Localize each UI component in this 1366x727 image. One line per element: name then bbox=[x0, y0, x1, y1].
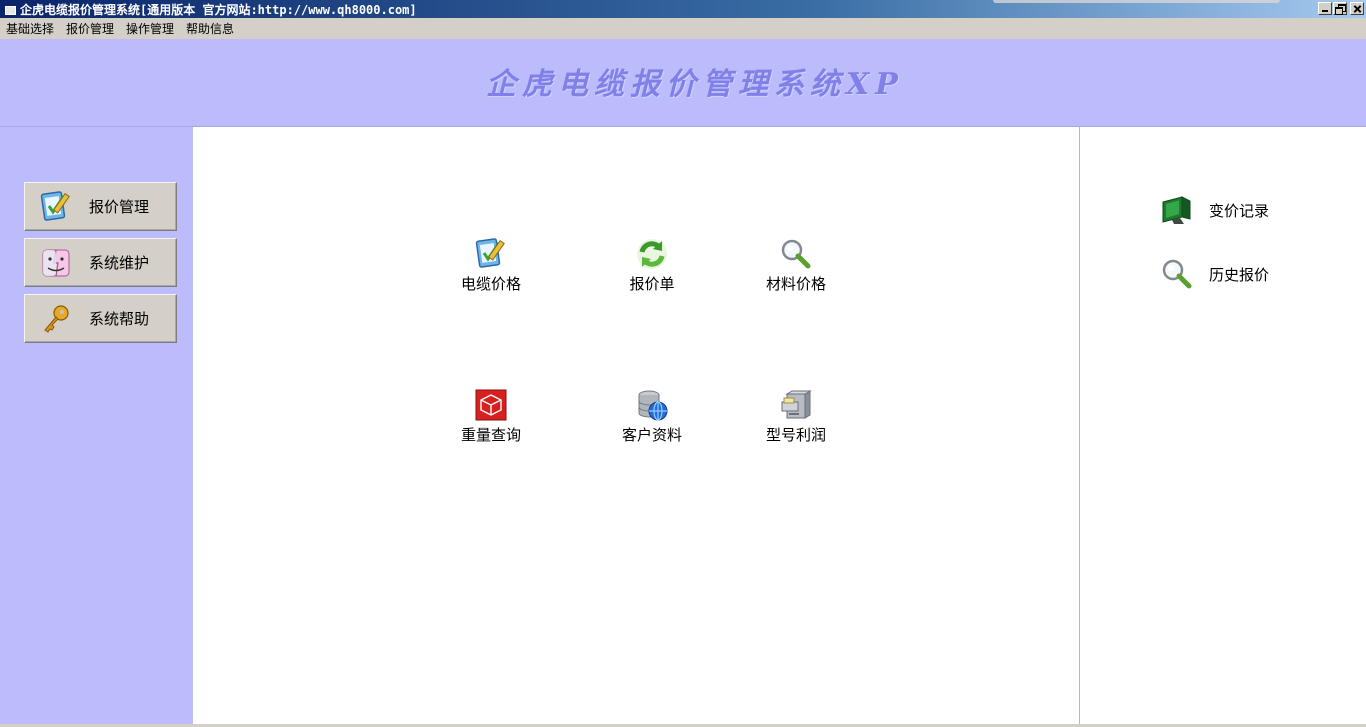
right-item-label: 历史报价 bbox=[1209, 265, 1270, 284]
refresh-arrows-icon bbox=[635, 237, 669, 271]
titlebar-overlay-strip bbox=[993, 0, 1280, 3]
database-globe-icon bbox=[635, 388, 669, 422]
window-controls bbox=[1318, 2, 1364, 15]
menu-operation-management[interactable]: 操作管理 bbox=[126, 20, 174, 37]
tile-weight-query[interactable]: 重量查询 bbox=[441, 388, 541, 468]
tile-model-profit[interactable]: 型号利润 bbox=[746, 388, 846, 468]
close-button[interactable] bbox=[1350, 2, 1364, 15]
menu-basic-select[interactable]: 基础选择 bbox=[6, 20, 54, 37]
green-monitor-icon bbox=[1160, 193, 1194, 227]
menu-bar: 基础选择 报价管理 操作管理 帮助信息 bbox=[0, 18, 1366, 39]
link-history-quotes[interactable]: 历史报价 bbox=[1160, 256, 1269, 292]
red-cube-icon bbox=[474, 388, 508, 422]
finder-face-icon bbox=[39, 246, 73, 280]
left-nav-panel: 报价管理 系统维护 系统帮助 bbox=[0, 127, 193, 727]
notepad-pencil-icon bbox=[474, 237, 508, 271]
tile-label: 客户资料 bbox=[621, 426, 682, 444]
app-banner-title: 企虎电缆报价管理系统XP bbox=[486, 67, 904, 102]
nav-quote-management-button[interactable]: 报价管理 bbox=[24, 182, 177, 231]
tile-label: 型号利润 bbox=[765, 426, 826, 444]
app-icon[interactable] bbox=[4, 3, 16, 15]
nav-label: 系统维护 bbox=[89, 254, 150, 272]
nav-system-maintenance-button[interactable]: 系统维护 bbox=[24, 238, 177, 287]
link-price-change-log[interactable]: 变价记录 bbox=[1160, 192, 1269, 228]
right-item-label: 变价记录 bbox=[1209, 201, 1270, 220]
tile-label: 重量查询 bbox=[460, 426, 521, 444]
nav-system-help-button[interactable]: 系统帮助 bbox=[24, 294, 177, 343]
nav-label: 报价管理 bbox=[89, 198, 150, 216]
tile-quote-sheet[interactable]: 报价单 bbox=[602, 237, 702, 317]
tile-cable-price[interactable]: 电缆价格 bbox=[441, 237, 541, 317]
window-title: 企虎电缆报价管理系统[通用版本 官方网站:http://www.qh8000.c… bbox=[20, 2, 417, 17]
file-cabinet-icon bbox=[779, 388, 813, 422]
title-bar[interactable]: 企虎电缆报价管理系统[通用版本 官方网站:http://www.qh8000.c… bbox=[0, 0, 1366, 18]
header-banner: 企虎电缆报价管理系统XP bbox=[0, 39, 1366, 127]
magnifier-icon bbox=[779, 237, 813, 271]
main-content-panel: 电缆价格 报价单 材料价格 重量查询 客户资料 型号利润 bbox=[193, 127, 1079, 724]
magnifier-icon bbox=[1160, 257, 1194, 291]
menu-help-info[interactable]: 帮助信息 bbox=[186, 20, 234, 37]
minimize-button[interactable] bbox=[1318, 2, 1332, 15]
restore-button[interactable] bbox=[1333, 2, 1347, 15]
key-icon bbox=[39, 302, 73, 336]
tile-label: 材料价格 bbox=[765, 275, 826, 293]
tile-label: 报价单 bbox=[629, 275, 675, 293]
tile-material-price[interactable]: 材料价格 bbox=[746, 237, 846, 317]
right-quick-panel: 变价记录 历史报价 bbox=[1080, 127, 1366, 724]
menu-quote-management[interactable]: 报价管理 bbox=[66, 20, 114, 37]
tile-customer-info[interactable]: 客户资料 bbox=[602, 388, 702, 468]
tile-label: 电缆价格 bbox=[460, 275, 521, 293]
notepad-pencil-icon bbox=[39, 190, 73, 224]
nav-label: 系统帮助 bbox=[89, 310, 150, 328]
